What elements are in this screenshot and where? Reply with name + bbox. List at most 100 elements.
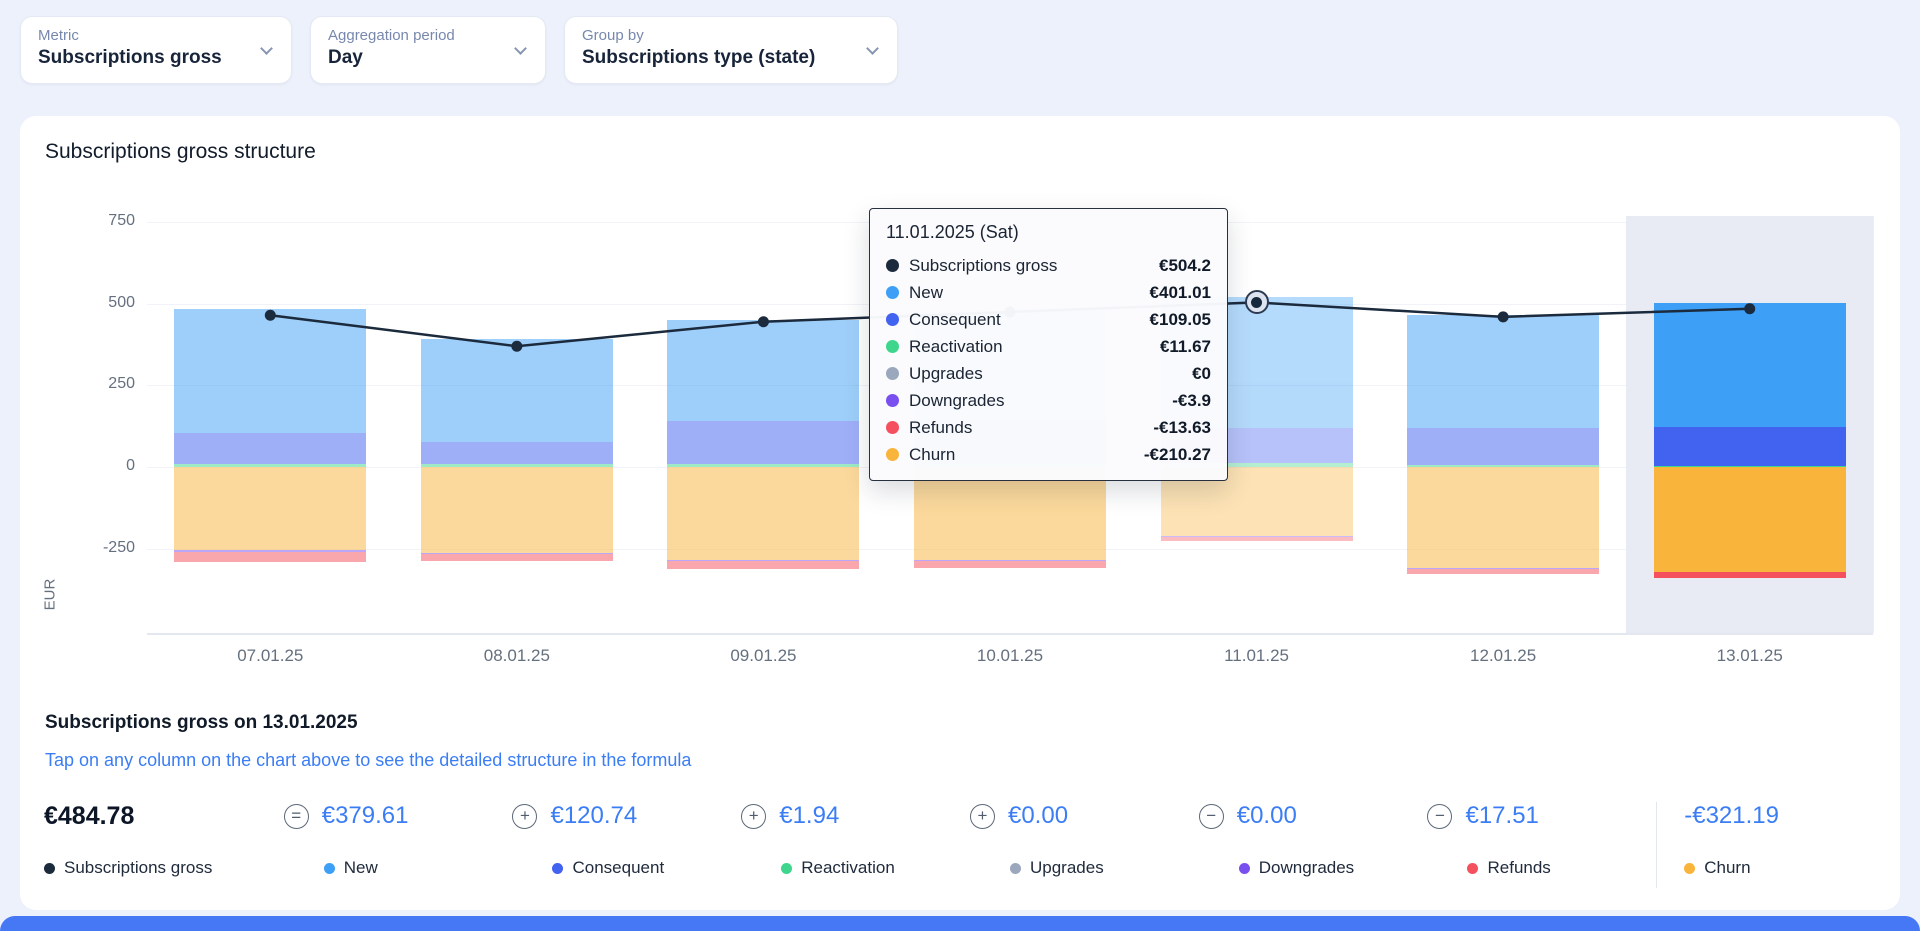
formula-value-downgrades: €0.00 xyxy=(1237,802,1297,830)
series-value: €0 xyxy=(1192,364,1211,384)
legend-label: Consequent xyxy=(572,858,664,878)
metric-dropdown-label: Metric xyxy=(38,27,245,44)
y-axis-tick--250: -250 xyxy=(60,539,135,557)
chart-tooltip: 11.01.2025 (Sat) Subscriptions gross€504… xyxy=(869,208,1228,481)
y-axis-tick-750: 750 xyxy=(60,212,135,230)
chart-column-09.01.25[interactable] xyxy=(667,116,859,633)
chart-column-08.01.25[interactable] xyxy=(421,116,613,633)
chart-card: Subscriptions gross structure 7505002500… xyxy=(20,116,1900,910)
bar-segment-churn xyxy=(1407,467,1599,568)
legend-item-churn: Churn xyxy=(1684,858,1884,878)
minus-circle-icon: − xyxy=(1199,804,1224,829)
plus-circle-icon: + xyxy=(970,804,995,829)
detail-hint: Tap on any column on the chart above to … xyxy=(45,750,691,771)
tooltip-rows: Subscriptions gross€504.2New€401.01Conse… xyxy=(886,252,1211,468)
hovered-point-ring xyxy=(1245,290,1269,314)
x-axis-label-07.01.25: 07.01.25 xyxy=(200,646,340,666)
plus-circle-icon: + xyxy=(741,804,766,829)
legend-item-downgrades: Downgrades xyxy=(1239,858,1428,878)
tooltip-row-refunds: Refunds-€13.63 xyxy=(886,414,1211,441)
legend-dot-subscriptions-gross xyxy=(44,863,55,874)
metric-dropdown[interactable]: Metric Subscriptions gross xyxy=(20,16,292,84)
formula-item-refunds: −€17.51 Refunds xyxy=(1427,800,1656,878)
formula-value-row: −€0.00 xyxy=(1199,800,1428,832)
chevron-down-icon xyxy=(260,42,273,55)
group-by-dropdown-label: Group by xyxy=(582,27,851,44)
tooltip-row-consequent: Consequent€109.05 xyxy=(886,306,1211,333)
y-axis-tick-500: 500 xyxy=(60,294,135,312)
legend-dot-churn xyxy=(1684,863,1695,874)
metric-dropdown-value: Subscriptions gross xyxy=(38,47,245,69)
detail-heading: Subscriptions gross on 13.01.2025 xyxy=(45,712,358,734)
chart-column-07.01.25[interactable] xyxy=(174,116,366,633)
group-by-dropdown[interactable]: Group by Subscriptions type (state) xyxy=(564,16,898,84)
tooltip-row-upgrades: Upgrades€0 xyxy=(886,360,1211,387)
bar-segment-consequent xyxy=(174,433,366,464)
bar-segment-consequent xyxy=(421,442,613,465)
series-label: Churn xyxy=(909,445,955,465)
series-value: €109.05 xyxy=(1150,310,1211,330)
legend-label: Refunds xyxy=(1487,858,1550,878)
formula-item-subscriptions-gross: €484.78 Subscriptions gross xyxy=(44,800,284,878)
aggregation-dropdown-label: Aggregation period xyxy=(328,27,499,44)
aggregation-dropdown-value: Day xyxy=(328,47,499,69)
plus-circle-icon: + xyxy=(512,804,537,829)
formula-item-new: =€379.61 New xyxy=(284,800,513,878)
y-axis-tick-0: 0 xyxy=(60,457,135,475)
series-label: Subscriptions gross xyxy=(909,256,1057,276)
legend-label: New xyxy=(344,858,378,878)
bottom-bar[interactable] xyxy=(0,916,1920,931)
legend-label: Reactivation xyxy=(801,858,895,878)
x-axis-label-12.01.25: 12.01.25 xyxy=(1433,646,1573,666)
chart-column-12.01.25[interactable] xyxy=(1407,116,1599,633)
legend-item-reactivation: Reactivation xyxy=(781,858,970,878)
formula-value-row: +€120.74 xyxy=(512,800,741,832)
chart-column-13.01.25[interactable] xyxy=(1654,116,1846,633)
series-label: New xyxy=(909,283,943,303)
formula-value-row: =€379.61 xyxy=(284,800,513,832)
formula-value-row: +€0.00 xyxy=(970,800,1199,832)
series-dot-subscriptions-gross xyxy=(886,259,899,272)
y-axis-tick-250: 250 xyxy=(60,375,135,393)
tooltip-title: 11.01.2025 (Sat) xyxy=(886,222,1211,243)
aggregation-period-dropdown[interactable]: Aggregation period Day xyxy=(310,16,546,84)
legend-dot-refunds xyxy=(1467,863,1478,874)
bar-segment-new xyxy=(1654,303,1846,427)
formula-value-reactivation: €1.94 xyxy=(779,802,839,830)
bar-segment-consequent xyxy=(667,421,859,463)
legend-item-consequent: Consequent xyxy=(552,858,741,878)
legend-label: Subscriptions gross xyxy=(64,858,212,878)
formula-divider xyxy=(1656,802,1657,888)
series-value: €401.01 xyxy=(1150,283,1211,303)
tooltip-row-churn: Churn-€210.27 xyxy=(886,441,1211,468)
hovered-point-dot xyxy=(1251,297,1262,308)
formula-value-row: −€17.51 xyxy=(1427,800,1656,832)
chevron-down-icon xyxy=(514,42,527,55)
bar-segment-churn xyxy=(421,467,613,553)
legend-label: Churn xyxy=(1704,858,1750,878)
filter-bar: Metric Subscriptions gross Aggregation p… xyxy=(20,16,898,84)
minus-circle-icon: − xyxy=(1427,804,1452,829)
series-label: Downgrades xyxy=(909,391,1004,411)
series-dot-reactivation xyxy=(886,340,899,353)
legend-label: Upgrades xyxy=(1030,858,1104,878)
series-value: €11.67 xyxy=(1160,337,1211,357)
x-axis-label-08.01.25: 08.01.25 xyxy=(447,646,587,666)
equals-circle-icon: = xyxy=(284,804,309,829)
bar-segment-refunds xyxy=(914,561,1106,568)
formula-value-row: €484.78 xyxy=(44,800,284,832)
bar-segment-refunds xyxy=(174,552,366,562)
formula-value-row: -€321.19 xyxy=(1684,800,1884,832)
formula-row: €484.78Subscriptions gross=€379.61New+€1… xyxy=(44,800,1884,888)
group-by-dropdown-value: Subscriptions type (state) xyxy=(582,47,851,69)
legend-dot-downgrades xyxy=(1239,863,1250,874)
series-dot-churn xyxy=(886,448,899,461)
legend-dot-reactivation xyxy=(781,863,792,874)
formula-value-row: + €1.94 xyxy=(741,800,970,832)
formula-item-upgrades: +€0.00 Upgrades xyxy=(970,800,1199,878)
tooltip-row-reactivation: Reactivation €11.67 xyxy=(886,333,1211,360)
series-label: Reactivation xyxy=(909,337,1003,357)
bar-segment-refunds xyxy=(1407,569,1599,574)
bar-segment-consequent xyxy=(1654,427,1846,466)
series-dot-consequent xyxy=(886,313,899,326)
